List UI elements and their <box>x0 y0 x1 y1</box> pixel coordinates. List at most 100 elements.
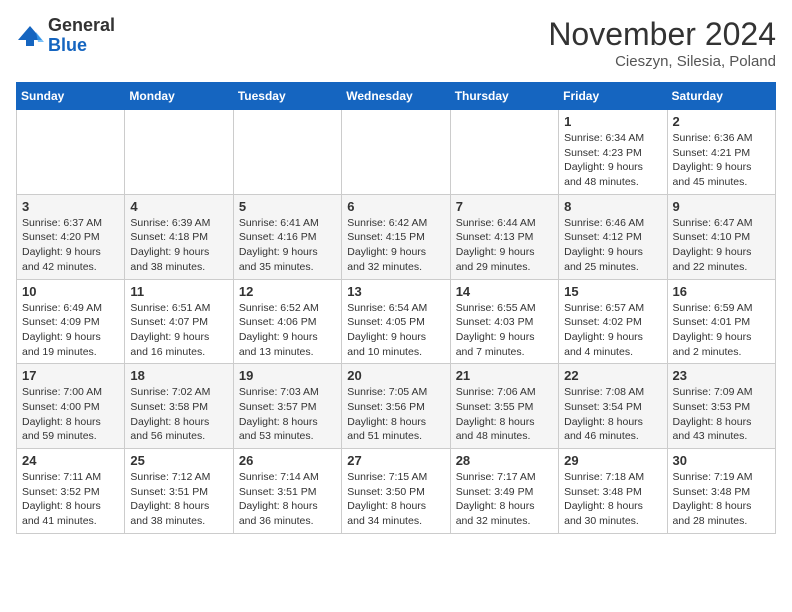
day-info: Sunrise: 6:41 AMSunset: 4:16 PMDaylight:… <box>239 216 336 275</box>
day-info: Sunrise: 6:36 AMSunset: 4:21 PMDaylight:… <box>673 131 770 190</box>
day-info: Sunrise: 7:12 AMSunset: 3:51 PMDaylight:… <box>130 470 227 529</box>
day-number: 26 <box>239 453 336 468</box>
day-number: 20 <box>347 368 444 383</box>
day-number: 27 <box>347 453 444 468</box>
day-number: 21 <box>456 368 553 383</box>
day-info: Sunrise: 6:47 AMSunset: 4:10 PMDaylight:… <box>673 216 770 275</box>
calendar-cell: 10 Sunrise: 6:49 AMSunset: 4:09 PMDayligh… <box>17 279 125 364</box>
calendar-cell <box>342 110 450 195</box>
day-info: Sunrise: 6:59 AMSunset: 4:01 PMDaylight:… <box>673 301 770 360</box>
calendar-week-row: 1Sunrise: 6:34 AMSunset: 4:23 PMDaylight… <box>17 110 776 195</box>
calendar-cell: 12 Sunrise: 6:52 AMSunset: 4:06 PMDayligh… <box>233 279 341 364</box>
weekday-header: Monday <box>125 83 233 110</box>
day-number: 19 <box>239 368 336 383</box>
calendar-cell: 17Sunrise: 7:00 AMSunset: 4:00 PMDayligh… <box>17 364 125 449</box>
day-number: 1 <box>564 114 661 129</box>
calendar-week-row: 3 Sunrise: 6:37 AMSunset: 4:20 PMDaylight… <box>17 194 776 279</box>
calendar-cell: 3 Sunrise: 6:37 AMSunset: 4:20 PMDaylight… <box>17 194 125 279</box>
title-block: November 2024 Cieszyn, Silesia, Poland <box>548 16 776 70</box>
day-info: Sunrise: 6:51 AMSunset: 4:07 PMDaylight:… <box>130 301 227 360</box>
day-info: Sunrise: 6:49 AMSunset: 4:09 PMDaylight:… <box>22 301 119 360</box>
day-info: Sunrise: 7:08 AMSunset: 3:54 PMDaylight:… <box>564 385 661 444</box>
day-number: 6 <box>347 199 444 214</box>
day-number: 12 <box>239 284 336 299</box>
day-info: Sunrise: 6:54 AMSunset: 4:05 PMDaylight:… <box>347 301 444 360</box>
page-header: General Blue November 2024 Cieszyn, Sile… <box>16 16 776 70</box>
day-info: Sunrise: 6:39 AMSunset: 4:18 PMDaylight:… <box>130 216 227 275</box>
calendar-cell: 8 Sunrise: 6:46 AMSunset: 4:12 PMDaylight… <box>559 194 667 279</box>
day-info: Sunrise: 7:06 AMSunset: 3:55 PMDaylight:… <box>456 385 553 444</box>
calendar-cell: 29 Sunrise: 7:18 AMSunset: 3:48 PMDayligh… <box>559 449 667 534</box>
day-number: 9 <box>673 199 770 214</box>
calendar-cell: 16 Sunrise: 6:59 AMSunset: 4:01 PMDayligh… <box>667 279 775 364</box>
weekday-header: Sunday <box>17 83 125 110</box>
calendar-cell: 26 Sunrise: 7:14 AMSunset: 3:51 PMDayligh… <box>233 449 341 534</box>
day-number: 30 <box>673 453 770 468</box>
day-number: 29 <box>564 453 661 468</box>
day-number: 11 <box>130 284 227 299</box>
calendar-cell: 27 Sunrise: 7:15 AMSunset: 3:50 PMDayligh… <box>342 449 450 534</box>
calendar-cell: 13 Sunrise: 6:54 AMSunset: 4:05 PMDayligh… <box>342 279 450 364</box>
day-info: Sunrise: 7:19 AMSunset: 3:48 PMDaylight:… <box>673 470 770 529</box>
calendar-week-row: 24 Sunrise: 7:11 AMSunset: 3:52 PMDayligh… <box>17 449 776 534</box>
calendar-cell: 2 Sunrise: 6:36 AMSunset: 4:21 PMDaylight… <box>667 110 775 195</box>
calendar-cell: 6 Sunrise: 6:42 AMSunset: 4:15 PMDaylight… <box>342 194 450 279</box>
calendar-cell: 5 Sunrise: 6:41 AMSunset: 4:16 PMDaylight… <box>233 194 341 279</box>
day-info: Sunrise: 6:52 AMSunset: 4:06 PMDaylight:… <box>239 301 336 360</box>
calendar-cell <box>450 110 558 195</box>
logo-text: General Blue <box>48 16 115 56</box>
day-number: 8 <box>564 199 661 214</box>
calendar-cell: 9 Sunrise: 6:47 AMSunset: 4:10 PMDaylight… <box>667 194 775 279</box>
day-number: 23 <box>673 368 770 383</box>
day-number: 16 <box>673 284 770 299</box>
day-info: Sunrise: 7:18 AMSunset: 3:48 PMDaylight:… <box>564 470 661 529</box>
day-info: Sunrise: 6:42 AMSunset: 4:15 PMDaylight:… <box>347 216 444 275</box>
day-number: 28 <box>456 453 553 468</box>
day-number: 4 <box>130 199 227 214</box>
day-number: 15 <box>564 284 661 299</box>
day-info: Sunrise: 6:44 AMSunset: 4:13 PMDaylight:… <box>456 216 553 275</box>
day-info: Sunrise: 6:37 AMSunset: 4:20 PMDaylight:… <box>22 216 119 275</box>
weekday-header: Tuesday <box>233 83 341 110</box>
weekday-header: Saturday <box>667 83 775 110</box>
day-info: Sunrise: 7:15 AMSunset: 3:50 PMDaylight:… <box>347 470 444 529</box>
calendar-week-row: 10 Sunrise: 6:49 AMSunset: 4:09 PMDayligh… <box>17 279 776 364</box>
day-number: 2 <box>673 114 770 129</box>
weekday-header: Thursday <box>450 83 558 110</box>
day-info: Sunrise: 7:14 AMSunset: 3:51 PMDaylight:… <box>239 470 336 529</box>
day-info: Sunrise: 6:46 AMSunset: 4:12 PMDaylight:… <box>564 216 661 275</box>
day-number: 18 <box>130 368 227 383</box>
calendar-cell: 20 Sunrise: 7:05 AMSunset: 3:56 PMDayligh… <box>342 364 450 449</box>
weekday-header: Friday <box>559 83 667 110</box>
day-number: 24 <box>22 453 119 468</box>
location: Cieszyn, Silesia, Poland <box>548 53 776 70</box>
day-info: Sunrise: 7:05 AMSunset: 3:56 PMDaylight:… <box>347 385 444 444</box>
calendar-week-row: 17Sunrise: 7:00 AMSunset: 4:00 PMDayligh… <box>17 364 776 449</box>
calendar-cell: 14Sunrise: 6:55 AMSunset: 4:03 PMDayligh… <box>450 279 558 364</box>
day-number: 13 <box>347 284 444 299</box>
logo-blue: Blue <box>48 35 87 55</box>
day-number: 3 <box>22 199 119 214</box>
calendar-cell: 24 Sunrise: 7:11 AMSunset: 3:52 PMDayligh… <box>17 449 125 534</box>
calendar-cell: 11 Sunrise: 6:51 AMSunset: 4:07 PMDayligh… <box>125 279 233 364</box>
day-number: 22 <box>564 368 661 383</box>
day-info: Sunrise: 7:17 AMSunset: 3:49 PMDaylight:… <box>456 470 553 529</box>
calendar-cell: 19Sunrise: 7:03 AMSunset: 3:57 PMDayligh… <box>233 364 341 449</box>
calendar-cell: 15 Sunrise: 6:57 AMSunset: 4:02 PMDayligh… <box>559 279 667 364</box>
day-info: Sunrise: 7:11 AMSunset: 3:52 PMDaylight:… <box>22 470 119 529</box>
day-number: 5 <box>239 199 336 214</box>
day-number: 17 <box>22 368 119 383</box>
calendar-cell: 18Sunrise: 7:02 AMSunset: 3:58 PMDayligh… <box>125 364 233 449</box>
month-title: November 2024 <box>548 16 776 53</box>
calendar-cell <box>233 110 341 195</box>
day-number: 10 <box>22 284 119 299</box>
weekday-header: Wednesday <box>342 83 450 110</box>
day-number: 7 <box>456 199 553 214</box>
calendar-cell: 22 Sunrise: 7:08 AMSunset: 3:54 PMDayligh… <box>559 364 667 449</box>
calendar-cell: 4 Sunrise: 6:39 AMSunset: 4:18 PMDaylight… <box>125 194 233 279</box>
calendar-cell <box>125 110 233 195</box>
day-number: 25 <box>130 453 227 468</box>
day-info: Sunrise: 6:57 AMSunset: 4:02 PMDaylight:… <box>564 301 661 360</box>
logo-general: General <box>48 15 115 35</box>
day-info: Sunrise: 6:55 AMSunset: 4:03 PMDaylight:… <box>456 301 553 360</box>
